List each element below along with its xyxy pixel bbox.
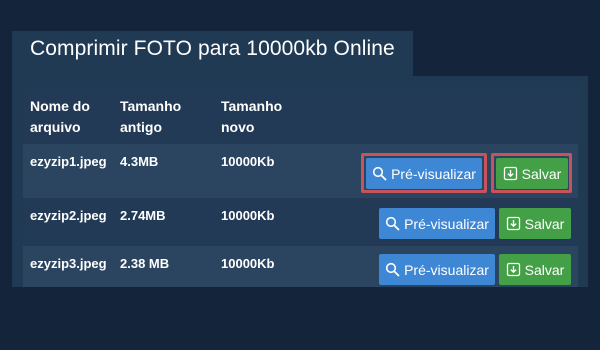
page-title: Comprimir FOTO para 10000kb Online [12,31,413,76]
old-size: 2.74MB [120,208,166,223]
download-icon [503,166,518,181]
download-icon [506,216,521,231]
file-name: ezyzip3.jpeg [30,256,107,271]
save-button[interactable]: Salvar [499,208,571,239]
column-header-new-size: Tamanho novo [221,98,283,135]
save-label: Salvar [524,215,565,232]
old-size: 4.3MB [120,154,159,169]
old-size: 2.38 MB [120,256,170,271]
preview-label: Pré-visualizar [391,165,476,182]
table-row: ezyzip2.jpeg 2.74MB 10000Kb Pré-visualiz… [23,198,578,246]
column-header-old-size: Tamanho antigo [120,98,182,135]
preview-label: Pré-visualizar [404,261,489,278]
new-size: 10000Kb [221,256,275,271]
table-row: ezyzip3.jpeg 2.38 MB 10000Kb Pré-visuali… [23,246,578,294]
preview-button[interactable]: Pré-visualizar [379,208,495,239]
file-name: ezyzip1.jpeg [30,154,107,169]
preview-button[interactable]: Pré-visualizar [366,158,482,189]
preview-button[interactable]: Pré-visualizar [379,254,495,285]
preview-label: Pré-visualizar [404,215,489,232]
save-label: Salvar [524,261,565,278]
save-label: Salvar [521,165,562,182]
column-header-name: Nome do arquivo [30,98,90,135]
table-header: Nome do arquivo Tamanho antigo Tamanho n… [23,88,578,144]
save-button[interactable]: Salvar [496,158,568,189]
files-table: Nome do arquivo Tamanho antigo Tamanho n… [23,88,578,287]
new-size: 10000Kb [221,154,275,169]
search-icon [385,216,400,231]
search-icon [372,166,387,181]
table-row: ezyzip1.jpeg 4.3MB 10000Kb Pré-visualiza… [23,144,578,193]
search-icon [385,262,400,277]
file-name: ezyzip2.jpeg [30,208,107,223]
save-button[interactable]: Salvar [499,254,571,285]
new-size: 10000Kb [221,208,275,223]
download-icon [506,262,521,277]
